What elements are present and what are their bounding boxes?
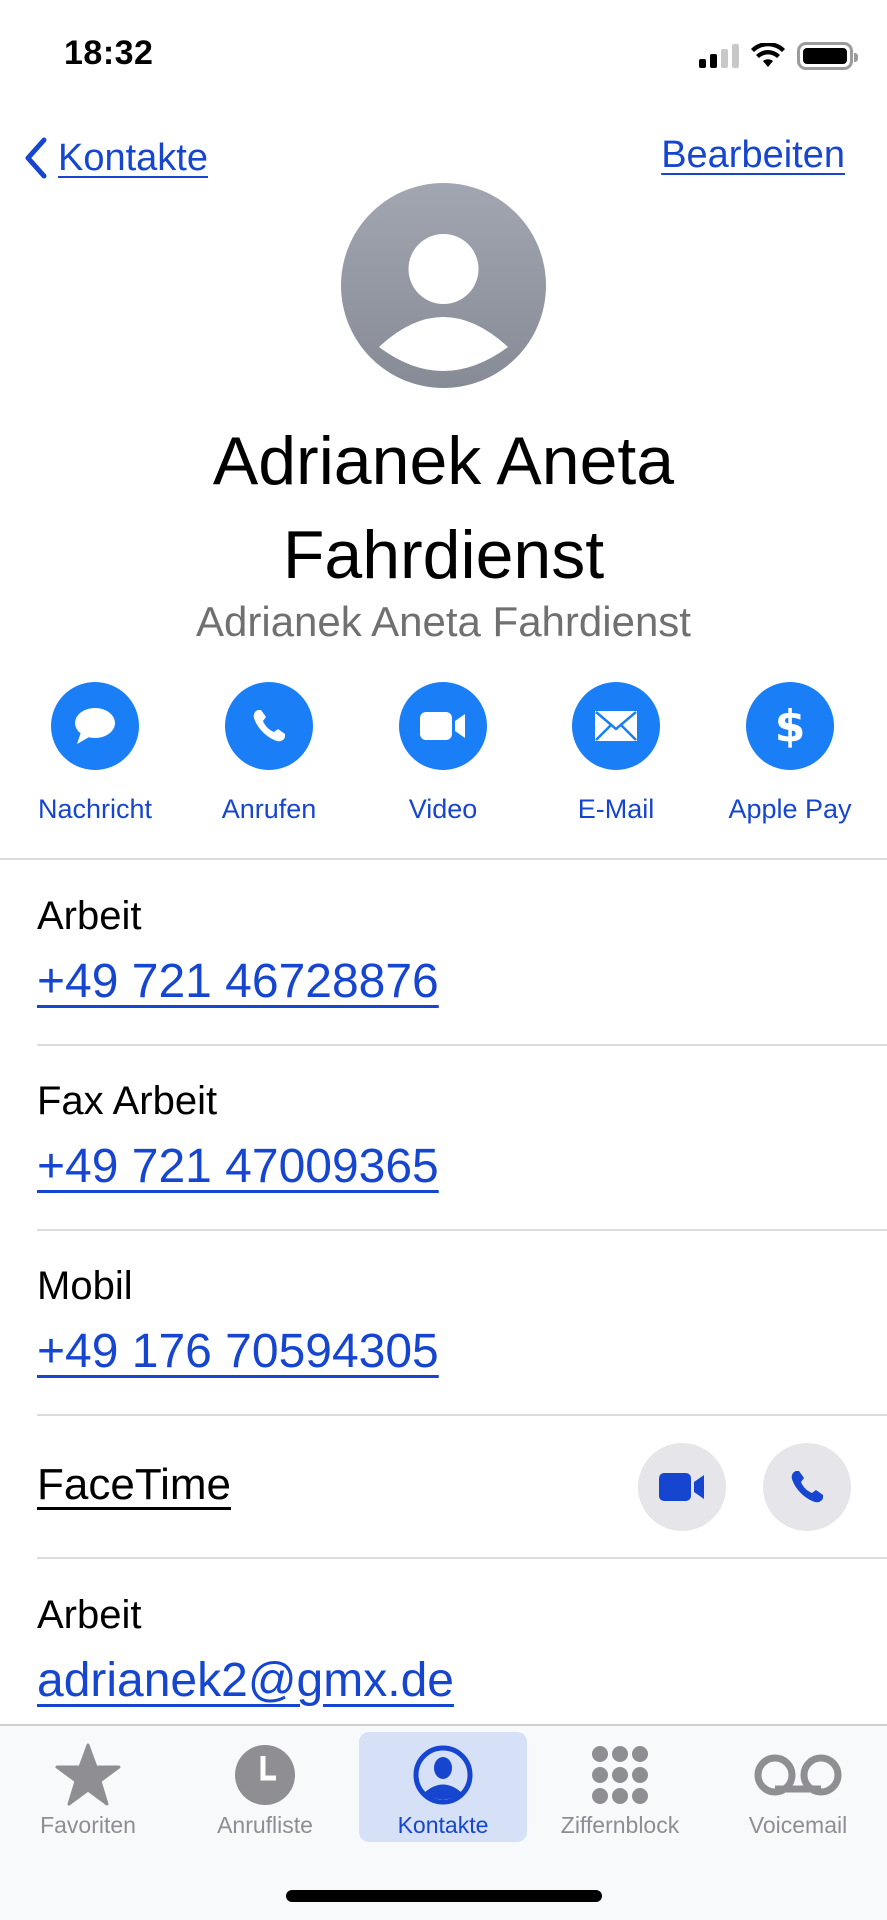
tab-voicemail-label: Voicemail [748, 1812, 848, 1838]
field-label-mobile: Mobil [37, 1264, 133, 1308]
email-link[interactable]: adrianek2@gmx.de [37, 1653, 454, 1708]
contact-name-line1: Adrianek Aneta [212, 423, 675, 499]
wifi-icon [751, 43, 785, 67]
phone-mobile-link[interactable]: +49 176 70594305 [37, 1324, 439, 1379]
facetime-link[interactable]: FaceTime [37, 1460, 231, 1510]
tab-contacts[interactable]: Kontakte [359, 1732, 527, 1842]
action-mail-circle[interactable] [572, 682, 660, 770]
status-time: 18:32 [64, 34, 154, 72]
action-applepay-label: Apple Pay [728, 794, 852, 824]
clock-icon [235, 1745, 295, 1805]
divider [37, 1414, 887, 1416]
action-applepay-circle[interactable]: $ [746, 682, 834, 770]
edit-button[interactable]: Bearbeiten [661, 134, 845, 177]
field-label-fax: Fax Arbeit [37, 1079, 218, 1123]
divider [37, 1557, 887, 1559]
tab-keypad[interactable]: Ziffernblock [536, 1732, 704, 1842]
field-label-work: Arbeit [37, 894, 142, 938]
tab-recents-label: Anrufliste [217, 1812, 313, 1838]
cellular-signal-icon [699, 44, 739, 68]
tab-recents[interactable]: Anrufliste [181, 1732, 349, 1842]
action-video-label: Video [408, 794, 478, 824]
phone-fax-link[interactable]: +49 721 47009365 [37, 1139, 439, 1194]
keypad-icon [592, 1746, 648, 1804]
facetime-video-button[interactable] [638, 1443, 726, 1531]
video-icon [659, 1473, 704, 1501]
action-message-button[interactable]: Nachricht [8, 682, 182, 825]
facetime-audio-button[interactable] [763, 1443, 851, 1531]
person-circle-icon [413, 1745, 473, 1805]
home-indicator[interactable] [286, 1890, 602, 1902]
mail-icon [595, 711, 637, 741]
tab-favorites[interactable]: Favoriten [4, 1732, 172, 1842]
contact-name-line2: Fahrdienst [282, 517, 605, 593]
action-video-circle[interactable] [399, 682, 487, 770]
action-mail-label: E-Mail [577, 794, 655, 824]
phone-icon [253, 710, 285, 742]
phone-icon [791, 1471, 823, 1503]
contact-subtitle: Adrianek Aneta Fahrdienst [196, 598, 691, 645]
tab-keypad-label: Ziffernblock [560, 1812, 680, 1838]
tab-favorites-label: Favoriten [40, 1812, 136, 1838]
divider [0, 858, 887, 860]
back-label[interactable]: Kontakte [58, 137, 208, 180]
action-call-button[interactable]: Anrufen [182, 682, 356, 825]
star-icon [55, 1743, 121, 1806]
tab-contacts-label: Kontakte [397, 1812, 489, 1838]
tab-voicemail[interactable]: Voicemail [714, 1732, 882, 1842]
action-applepay-button[interactable]: $ Apple Pay [703, 682, 877, 825]
status-icons [699, 40, 858, 72]
chevron-left-icon [25, 137, 47, 179]
action-video-button[interactable]: Video [356, 682, 530, 825]
message-icon [75, 708, 115, 744]
person-placeholder-icon [379, 234, 508, 371]
phone-work-link[interactable]: +49 721 46728876 [37, 954, 439, 1009]
video-icon [420, 712, 465, 740]
voicemail-icon [754, 1754, 842, 1796]
divider [37, 1044, 887, 1046]
dollar-icon: $ [774, 700, 806, 752]
action-call-circle[interactable] [225, 682, 313, 770]
avatar [341, 183, 546, 388]
action-mail-button[interactable]: E-Mail [529, 682, 703, 825]
field-label-email: Arbeit [37, 1593, 142, 1637]
contact-name: Adrianek Aneta Fahrdienst [0, 414, 887, 602]
action-message-circle[interactable] [51, 682, 139, 770]
battery-icon [797, 42, 858, 70]
back-button[interactable]: Kontakte [20, 134, 208, 182]
action-message-label: Nachricht [37, 794, 153, 824]
action-call-label: Anrufen [221, 794, 317, 824]
divider [37, 1229, 887, 1231]
